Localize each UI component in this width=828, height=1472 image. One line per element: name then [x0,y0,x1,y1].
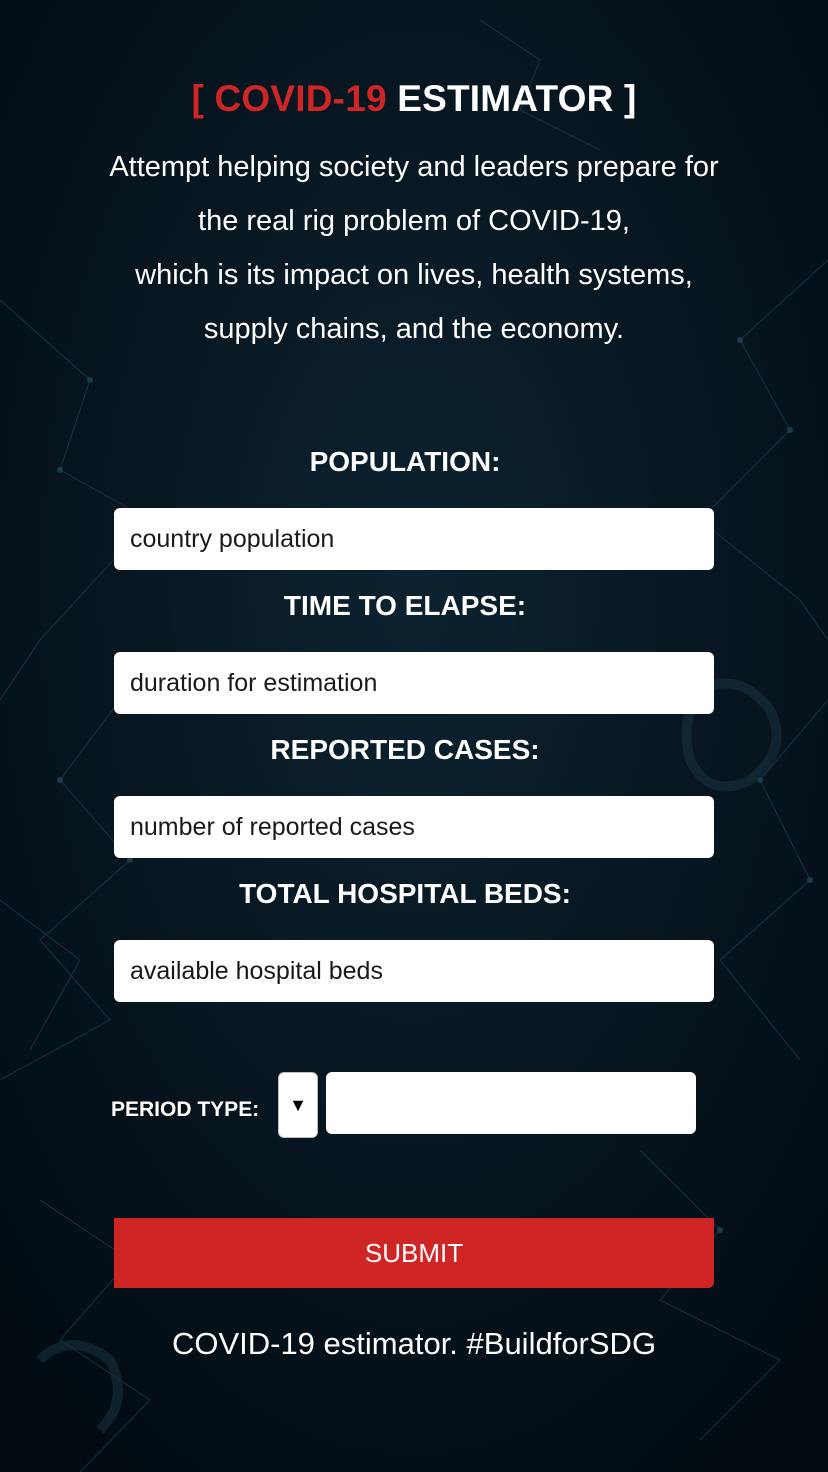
reported-cases-label: REPORTED CASES: [270,734,540,765]
population-label: POPULATION: [309,446,501,477]
intro-text: Attempt helping society and leaders prep… [40,140,788,356]
total-hospital-beds-input[interactable] [114,940,714,1002]
title-open-bracket: [ [191,78,215,119]
intro-line: supply chains, and the economy. [203,313,625,345]
reported-cases-input[interactable] [114,796,714,858]
intro-line: Attempt helping society and leaders prep… [109,151,719,183]
intro-line: the real rig problem of COVID-19, [198,205,630,237]
chevron-down-icon: ▼ [289,1094,307,1115]
title-highlight: COVID-19 [214,78,387,119]
population-input[interactable] [114,508,714,570]
period-type-value-input[interactable] [326,1072,696,1134]
footer-text: COVID-19 estimator. #BuildforSDG [171,1326,657,1361]
title-rest: ESTIMATOR ] [386,78,637,119]
period-type-label: PERIOD TYPE: [111,1098,260,1121]
time-to-elapse-input[interactable] [114,652,714,714]
page-title: [ COVID-19 ESTIMATOR ] [0,78,828,120]
time-to-elapse-label: TIME TO ELAPSE: [283,590,527,621]
total-hospital-beds-label: TOTAL HOSPITAL BEDS: [239,878,571,909]
period-type-dropdown[interactable]: ▼ [278,1072,318,1138]
intro-line: which is its impact on lives, health sys… [135,259,693,291]
submit-button[interactable]: SUBMIT [114,1218,714,1288]
estimator-page: [ COVID-19 ESTIMATOR ] Attempt helping s… [0,0,828,1472]
